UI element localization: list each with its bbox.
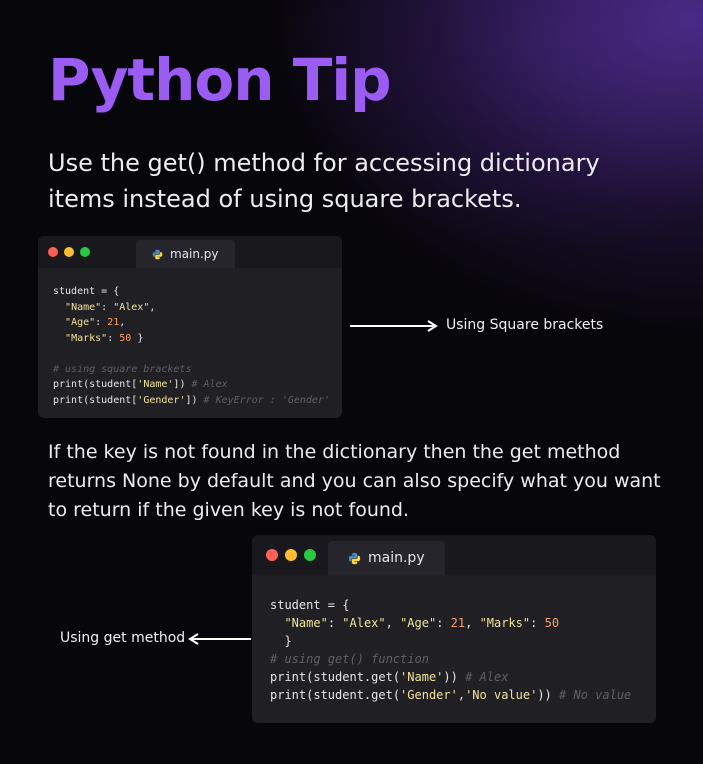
maximize-dot-icon [304, 549, 316, 561]
window-titlebar: main.py [252, 535, 656, 575]
maximize-dot-icon [80, 247, 90, 257]
tab-label: main.py [368, 550, 425, 566]
annotation-get-method: Using get method [60, 630, 186, 646]
explanation-paragraph: If the key is not found in the dictionar… [48, 441, 661, 521]
close-dot-icon [266, 549, 278, 561]
close-dot-icon [48, 247, 58, 257]
minimize-dot-icon [64, 247, 74, 257]
arrow-left-icon [188, 633, 251, 645]
file-tab[interactable]: main.py [136, 240, 235, 268]
python-icon [152, 249, 163, 259]
window-controls [48, 247, 90, 257]
annotation-square-brackets: Using Square brackets [446, 317, 604, 333]
code-block: student = { "Name": "Alex", "Age": 21, "… [270, 598, 632, 702]
file-tab[interactable]: main.py [328, 541, 445, 575]
python-icon [348, 552, 361, 564]
page-title: Python Tip [48, 46, 392, 114]
window-controls [266, 549, 316, 561]
minimize-dot-icon [285, 549, 297, 561]
code-block: student = { "Name": "Alex", "Age": 21, "… [53, 286, 330, 406]
code-window-get-method: main.py student = { "Name": "Alex", "Age… [252, 535, 656, 723]
tab-label: main.py [170, 247, 219, 261]
window-titlebar: main.py [38, 236, 342, 268]
arrow-right-icon [350, 320, 438, 332]
code-window-square-brackets: main.py student = { "Name": "Alex", "Age… [38, 236, 342, 418]
intro-text: Use the get() method for accessing dicti… [48, 149, 600, 213]
